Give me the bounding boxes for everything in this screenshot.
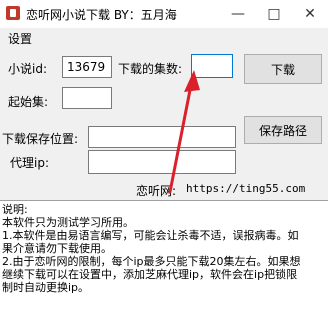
note-line: 1.本软件是由易语言编写，可能会让杀毒不适，误报病毒。如 bbox=[2, 229, 299, 242]
app-window: 恋听网小说下载 BY：五月海 — □ ✕ 设置 小说id: 下载的集数: 下载 … bbox=[0, 0, 328, 320]
window-title: 恋听网小说下载 BY：五月海 bbox=[26, 8, 177, 22]
maximize-button[interactable]: □ bbox=[256, 0, 292, 28]
site-label: 恋听网: bbox=[136, 184, 177, 198]
episodes-field[interactable] bbox=[191, 54, 233, 78]
close-button[interactable]: ✕ bbox=[292, 0, 328, 28]
note-line: 果介意请勿下载使用。 bbox=[2, 242, 112, 255]
novel-id-field[interactable] bbox=[62, 56, 112, 78]
start-episode-field[interactable] bbox=[62, 87, 112, 109]
menu-settings[interactable]: 设置 bbox=[8, 30, 32, 47]
menu-bar: 设置 bbox=[0, 28, 328, 48]
note-line: 说明: bbox=[2, 203, 28, 216]
novel-id-label: 小说id: bbox=[8, 62, 47, 76]
note-line: 制时自动更换ip。 bbox=[2, 281, 90, 294]
download-button[interactable]: 下载 bbox=[244, 54, 322, 84]
save-location-field[interactable] bbox=[88, 126, 236, 148]
save-path-button[interactable]: 保存路径 bbox=[244, 116, 322, 144]
proxy-ip-field[interactable] bbox=[88, 150, 236, 174]
note-line: 本软件只为测试学习所用。 bbox=[2, 216, 134, 229]
site-link[interactable]: https://ting55.com bbox=[186, 182, 305, 195]
episodes-label: 下载的集数: bbox=[118, 62, 183, 76]
start-episode-label: 起始集: bbox=[8, 95, 49, 109]
save-location-label: 下载保存位置: bbox=[2, 132, 79, 146]
title-bar: 恋听网小说下载 BY：五月海 — □ ✕ bbox=[0, 0, 328, 28]
app-icon bbox=[6, 6, 20, 20]
note-line: 继续下载可以在设置中，添加芝麻代理ip，软件会在ip把锁限 bbox=[2, 268, 298, 281]
proxy-ip-label: 代理ip: bbox=[10, 156, 49, 170]
minimize-button[interactable]: — bbox=[220, 0, 256, 28]
instructions-textarea[interactable]: 说明: 本软件只为测试学习所用。 1.本软件是由易语言编写，可能会让杀毒不适，误… bbox=[0, 200, 328, 320]
note-line: 2.由于恋听网的限制，每个ip最多只能下载20集左右。如果想 bbox=[2, 255, 301, 268]
